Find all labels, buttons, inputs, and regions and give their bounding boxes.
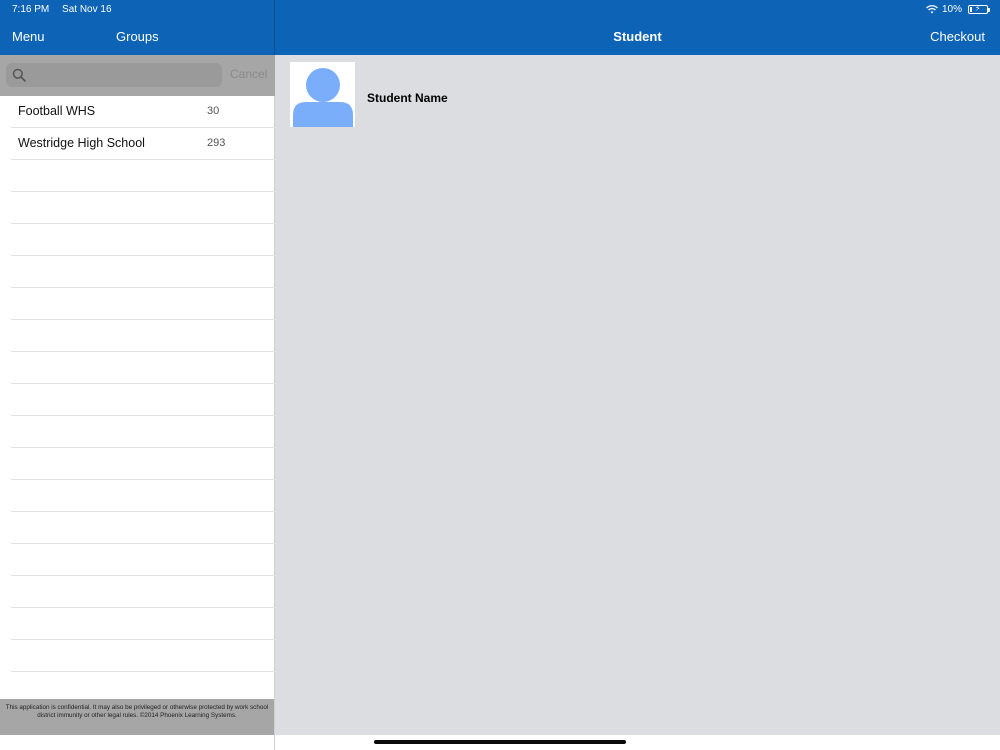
empty-list-row: [11, 192, 275, 224]
status-time: 7:16 PM: [12, 4, 50, 15]
empty-list-row: [11, 512, 275, 544]
student-name: Student Name: [367, 91, 448, 105]
battery-level: [970, 7, 972, 12]
empty-list-row: [11, 448, 275, 480]
search-input[interactable]: [30, 66, 216, 84]
group-row[interactable]: Westridge High School 293: [11, 128, 275, 160]
battery-icon: ⚡: [968, 4, 990, 14]
menu-button[interactable]: Menu: [12, 29, 45, 44]
empty-list-row: [11, 384, 275, 416]
status-bar-right: 10% ⚡: [926, 4, 990, 15]
groups-title: Groups: [116, 29, 159, 44]
empty-list-row: [11, 352, 275, 384]
groups-sidebar: Cancel Football WHS 30 Westridge High Sc…: [0, 55, 275, 750]
group-name: Westridge High School: [18, 136, 145, 150]
confidentiality-notice: This application is confidential. It may…: [0, 699, 274, 735]
empty-list-row: [11, 576, 275, 608]
checkout-button[interactable]: Checkout: [930, 29, 985, 44]
page-title: Student: [613, 29, 662, 44]
battery-percentage: 10%: [941, 4, 962, 15]
status-bar-left: 7:16 PM Sat Nov 16: [12, 4, 122, 15]
cancel-button[interactable]: Cancel: [230, 67, 267, 81]
group-count: 293: [207, 137, 226, 149]
group-count: 30: [207, 105, 220, 117]
empty-list-row: [11, 608, 275, 640]
header-divider: [274, 0, 275, 55]
charging-bolt-icon: ⚡: [975, 4, 981, 13]
empty-list-row: [11, 320, 275, 352]
empty-list-row: [11, 256, 275, 288]
student-panel: Student Name: [275, 55, 1000, 735]
empty-list-row: [11, 224, 275, 256]
group-row[interactable]: Football WHS 30: [11, 96, 275, 128]
empty-list-row: [11, 416, 275, 448]
empty-list-row: [11, 480, 275, 512]
navigation-header: 7:16 PM Sat Nov 16 10% ⚡ Menu Groups Stu…: [0, 0, 1000, 55]
status-date: Sat Nov 16: [62, 4, 112, 15]
search-icon: [12, 68, 26, 82]
empty-list-row: [11, 288, 275, 320]
search-field[interactable]: [6, 63, 222, 87]
empty-list-row: [11, 544, 275, 576]
empty-list-row: [11, 160, 275, 192]
wifi-icon: [926, 5, 938, 14]
home-indicator[interactable]: [374, 740, 626, 744]
empty-list-row: [11, 640, 275, 672]
student-photo[interactable]: [290, 62, 355, 127]
group-name: Football WHS: [18, 104, 96, 118]
person-avatar-icon: [293, 68, 353, 127]
search-bar: Cancel: [0, 55, 275, 96]
group-list: Football WHS 30 Westridge High School 29…: [0, 96, 275, 672]
